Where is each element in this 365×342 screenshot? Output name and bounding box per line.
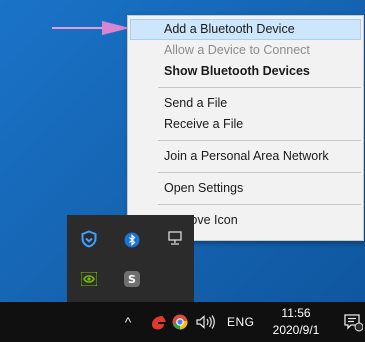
menu-item-send-file[interactable]: Send a File xyxy=(128,93,363,114)
bluetooth-icon[interactable] xyxy=(122,230,142,250)
network-icon[interactable] xyxy=(165,228,185,248)
language-label: ENG xyxy=(227,315,255,329)
menu-item-receive-file[interactable]: Receive a File xyxy=(128,114,363,135)
menu-separator xyxy=(158,140,361,141)
menu-item-allow-device-connect[interactable]: Allow a Device to Connect xyxy=(128,40,363,61)
volume-icon[interactable] xyxy=(193,312,219,332)
language-indicator[interactable]: ENG xyxy=(227,312,255,332)
menu-separator xyxy=(158,87,361,88)
clock-time: 11:56 xyxy=(281,306,311,320)
menu-separator xyxy=(158,172,361,173)
svg-text:S: S xyxy=(128,273,136,286)
notification-icon[interactable] xyxy=(340,310,365,334)
pointer-arrow-icon xyxy=(52,21,130,35)
chevron-up-icon[interactable]: ^ xyxy=(118,312,138,332)
menu-item-open-settings[interactable]: Open Settings xyxy=(128,178,363,199)
chevron-glyph: ^ xyxy=(124,314,132,330)
menu-item-join-personal-area-network[interactable]: Join a Personal Area Network xyxy=(128,146,363,167)
s-app-icon[interactable]: S xyxy=(122,269,142,289)
clock[interactable]: 11:56 2020/9/1 xyxy=(266,305,326,339)
nvidia-icon[interactable] xyxy=(79,269,99,289)
tray-overflow-flyout: S xyxy=(67,215,194,302)
shield-icon[interactable] xyxy=(79,229,99,249)
clock-date: 2020/9/1 xyxy=(272,323,320,337)
bluetooth-context-menu: Add a Bluetooth Device Allow a Device to… xyxy=(127,15,364,241)
menu-separator xyxy=(158,204,361,205)
red-app-icon[interactable] xyxy=(148,312,168,332)
menu-item-add-bluetooth-device[interactable]: Add a Bluetooth Device xyxy=(130,19,361,40)
taskbar: ^ ENG 11:56 2020/9/1 xyxy=(0,302,365,342)
chrome-icon[interactable] xyxy=(170,312,190,332)
menu-item-show-bluetooth-devices[interactable]: Show Bluetooth Devices xyxy=(128,61,363,82)
